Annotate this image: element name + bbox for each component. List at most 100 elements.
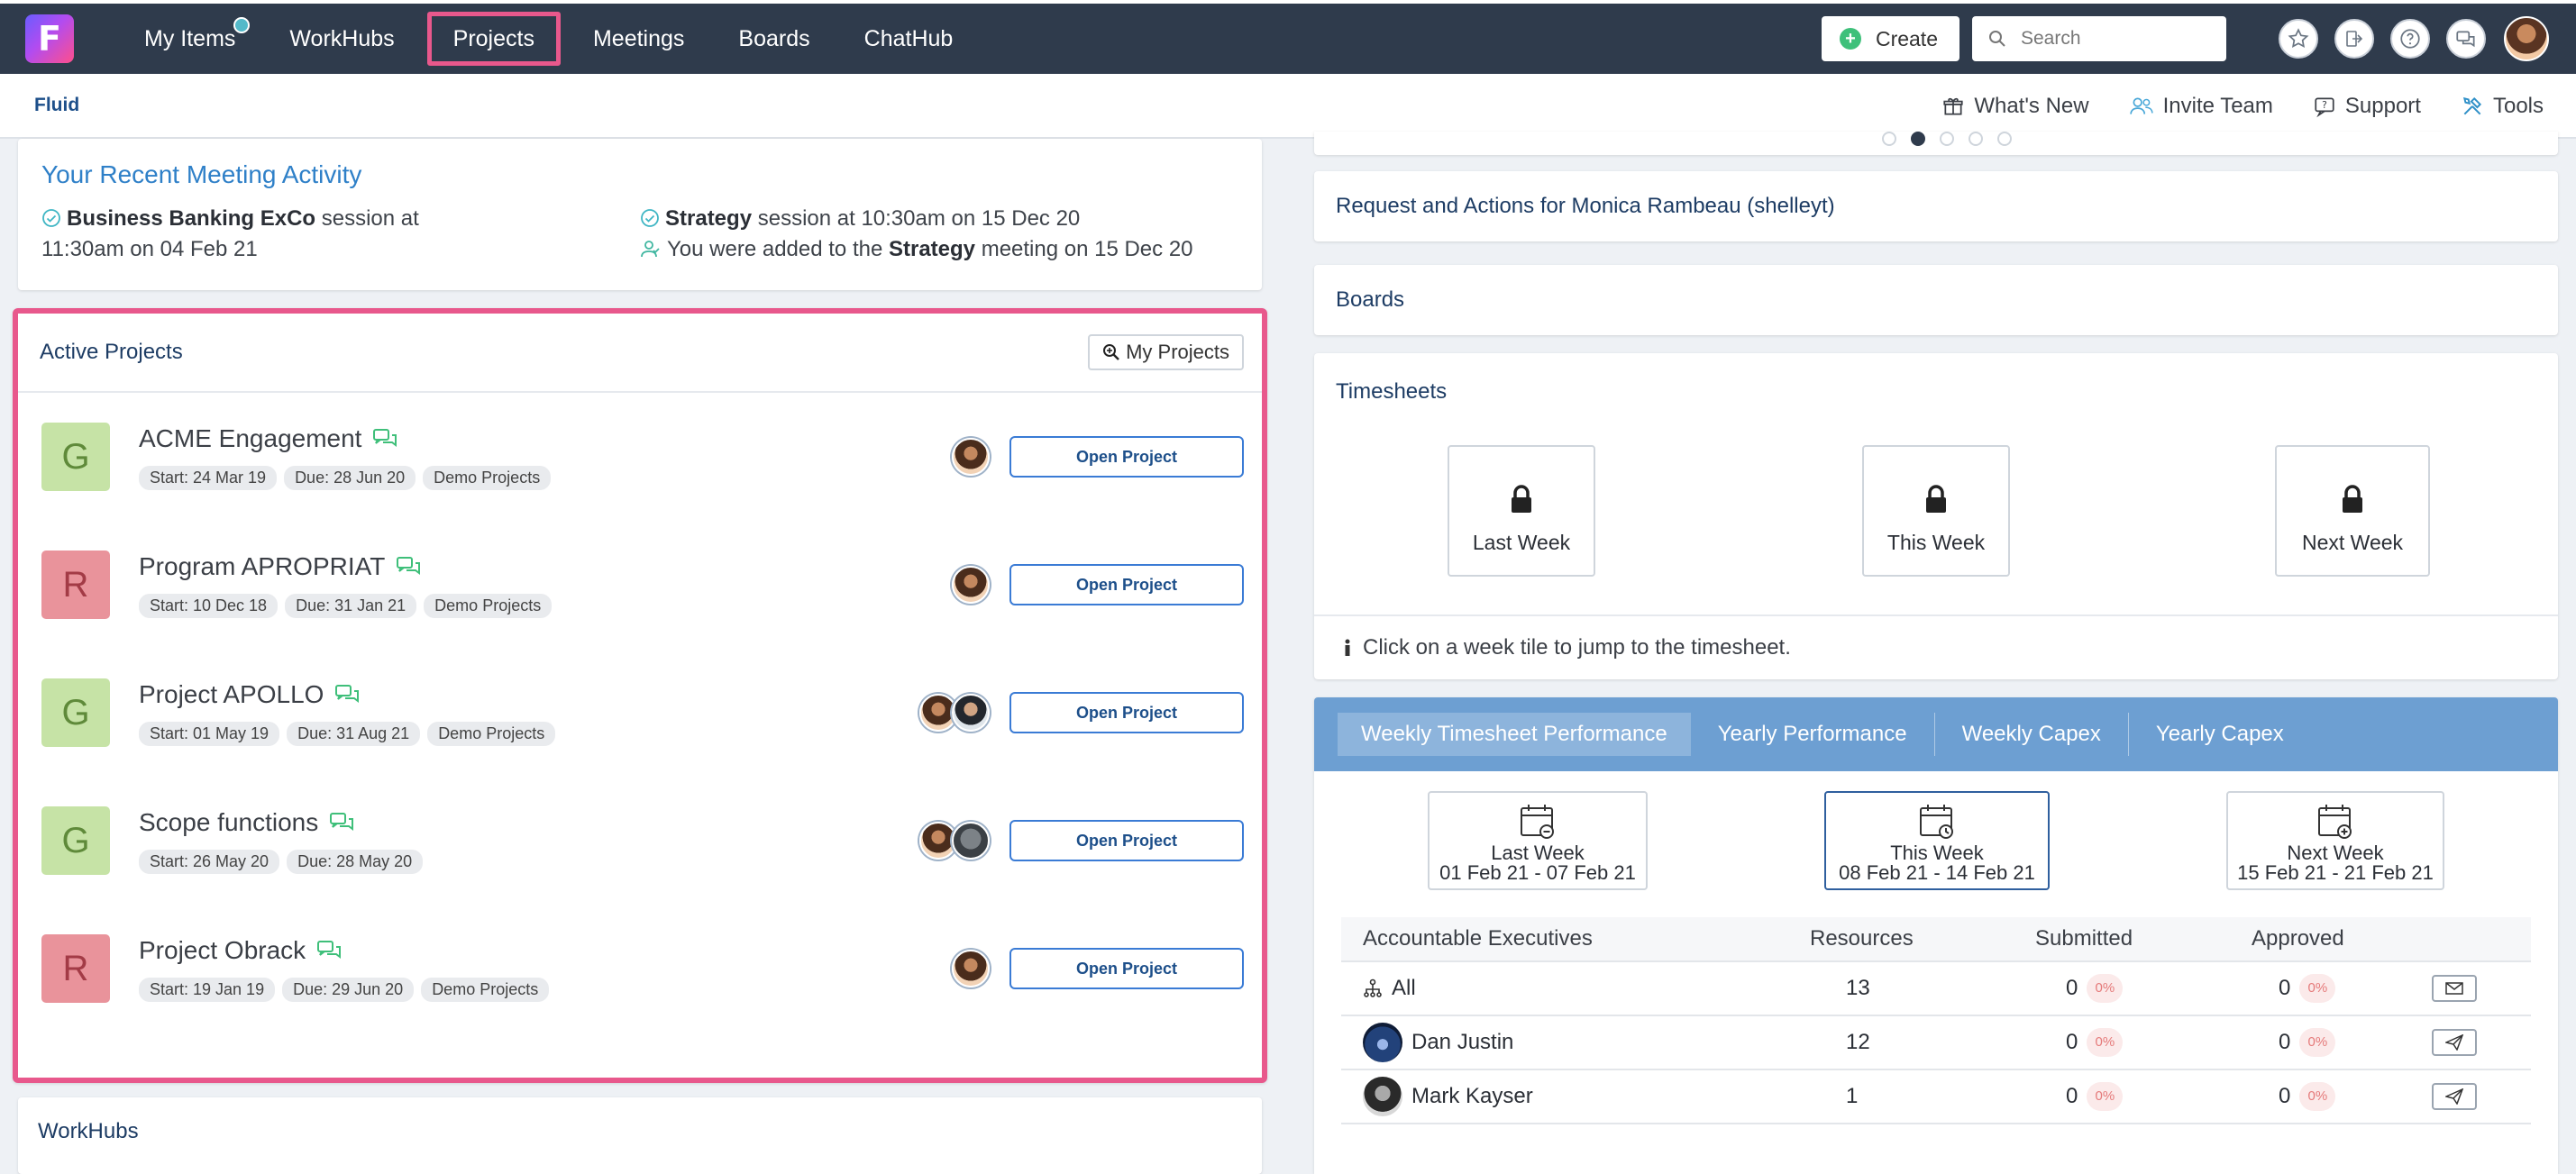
chat-bubbles-icon[interactable] xyxy=(334,683,361,706)
start-date-tag: Start: 24 Mar 19 xyxy=(139,465,278,490)
table-row: Mark Kayser 1 0 0% 0 0% xyxy=(1341,1070,2531,1124)
executives-table: Accountable Executives Resources Submitt… xyxy=(1341,917,2531,1124)
calendar-plus-icon xyxy=(2318,805,2352,839)
carousel-dot[interactable] xyxy=(1882,132,1896,146)
avatar[interactable] xyxy=(1363,1023,1402,1062)
performance-tabs: Weekly Timesheet Performance Yearly Perf… xyxy=(1314,697,2558,771)
project-initial-badge: R xyxy=(41,934,110,1003)
tools-icon xyxy=(2462,96,2482,115)
percent-badge: 0% xyxy=(2087,974,2124,1003)
brand-link[interactable]: Fluid xyxy=(34,95,79,116)
workhubs-card: WorkHubs xyxy=(18,1097,1262,1174)
search-box[interactable] xyxy=(1972,16,2226,61)
check-circle-icon xyxy=(42,209,60,227)
check-circle-icon xyxy=(641,209,659,227)
week-tiles: Last Week This Week Next Week xyxy=(1314,431,2558,604)
percent-badge: 0% xyxy=(2299,1028,2336,1057)
fluid-logo[interactable]: F xyxy=(25,14,74,63)
project-name[interactable]: Project APOLLO xyxy=(139,680,324,709)
open-project-button[interactable]: Open Project xyxy=(1009,948,1244,989)
avatar[interactable] xyxy=(952,694,990,732)
meeting-name[interactable]: Strategy xyxy=(665,206,752,231)
requests-actions-card[interactable]: Request and Actions for Monica Rambeau (… xyxy=(1314,171,2558,241)
this-week-tile[interactable]: This Week xyxy=(1862,445,2010,577)
timesheets-hint: Click on a week tile to jump to the time… xyxy=(1314,614,2558,679)
tools-link[interactable]: Tools xyxy=(2461,94,2544,119)
percent-badge: 0% xyxy=(2087,1028,2124,1057)
project-name[interactable]: Scope functions xyxy=(139,808,318,837)
nav-boards[interactable]: Boards xyxy=(711,12,836,66)
send-button[interactable] xyxy=(2432,1029,2477,1056)
my-projects-button[interactable]: My Projects xyxy=(1088,334,1244,370)
nav-my-items[interactable]: My Items xyxy=(117,12,262,66)
create-button[interactable]: + Create xyxy=(1821,16,1959,61)
chat-icon[interactable] xyxy=(2446,19,2486,59)
avatar[interactable] xyxy=(1363,1077,1402,1116)
last-week-tile[interactable]: Last Week xyxy=(1448,445,1595,577)
tab-weekly-timesheet-performance[interactable]: Weekly Timesheet Performance xyxy=(1338,713,1691,756)
next-week-tile[interactable]: Next Week xyxy=(2275,445,2430,577)
tab-weekly-capex[interactable]: Weekly Capex xyxy=(1935,713,2129,756)
send-button[interactable] xyxy=(2432,1083,2477,1110)
project-name[interactable]: Project Obrack xyxy=(139,936,306,965)
avatar[interactable] xyxy=(952,822,990,860)
carousel-dot[interactable] xyxy=(1997,132,2012,146)
chat-bubbles-icon[interactable] xyxy=(396,555,423,578)
chat-bubbles-icon[interactable] xyxy=(329,811,356,834)
open-project-button[interactable]: Open Project xyxy=(1009,436,1244,478)
nav-projects[interactable]: Projects xyxy=(426,12,561,66)
search-input[interactable] xyxy=(2021,28,2201,50)
project-initial-badge: R xyxy=(41,551,110,619)
project-members xyxy=(952,438,990,476)
project-row: G ACME Engagement Start: 24 Mar 19 Due: … xyxy=(18,393,1262,521)
active-projects-title: Active Projects xyxy=(40,340,183,364)
open-project-button[interactable]: Open Project xyxy=(1009,564,1244,605)
period-selector: Last Week 01 Feb 21 - 07 Feb 21 This Wee… xyxy=(1314,771,2558,901)
invite-team-link[interactable]: Invite Team xyxy=(2129,94,2273,119)
lock-icon xyxy=(1512,485,1531,513)
table-row: All 13 0 0% 0 0% xyxy=(1341,962,2531,1016)
start-date-tag: Start: 01 May 19 xyxy=(139,721,280,746)
nav-chathub[interactable]: ChatHub xyxy=(837,12,981,66)
avatar[interactable] xyxy=(952,950,990,987)
nav-workhubs[interactable]: WorkHubs xyxy=(262,12,421,66)
tab-yearly-performance[interactable]: Yearly Performance xyxy=(1691,713,1935,756)
meeting-name[interactable]: Strategy xyxy=(889,237,975,261)
search-icon xyxy=(1989,31,2005,47)
email-button[interactable] xyxy=(2432,975,2477,1002)
start-date-tag: Start: 10 Dec 18 xyxy=(139,593,279,618)
star-icon[interactable] xyxy=(2279,19,2318,59)
project-name[interactable]: Program APROPRIAT xyxy=(139,552,385,581)
carousel-dots xyxy=(1882,132,2012,146)
whats-new-link[interactable]: What's New xyxy=(1941,94,2089,119)
chat-bubbles-icon[interactable] xyxy=(316,939,343,962)
percent-badge: 0% xyxy=(2299,1082,2336,1111)
period-next-week[interactable]: Next Week 15 Feb 21 - 21 Feb 21 xyxy=(2226,791,2444,890)
help-icon[interactable] xyxy=(2390,19,2430,59)
boards-card[interactable]: Boards xyxy=(1314,265,2558,335)
chat-bubbles-icon[interactable] xyxy=(372,427,399,450)
gift-icon xyxy=(1943,97,1963,115)
period-last-week[interactable]: Last Week 01 Feb 21 - 07 Feb 21 xyxy=(1428,791,1648,890)
user-avatar[interactable] xyxy=(2504,16,2549,61)
due-date-tag: Due: 28 May 20 xyxy=(287,849,424,874)
nav-meetings[interactable]: Meetings xyxy=(566,12,711,66)
meeting-name[interactable]: Business Banking ExCo xyxy=(67,206,315,231)
open-project-button[interactable]: Open Project xyxy=(1009,692,1244,733)
carousel-dot[interactable] xyxy=(1940,132,1954,146)
project-row: R Program APROPRIAT Start: 10 Dec 18 Due… xyxy=(18,521,1262,649)
avatar[interactable] xyxy=(952,438,990,476)
period-this-week[interactable]: This Week 08 Feb 21 - 14 Feb 21 xyxy=(1824,791,2050,890)
support-link[interactable]: ? Support xyxy=(2313,94,2421,119)
project-name[interactable]: ACME Engagement xyxy=(139,424,361,453)
table-header: Accountable Executives Resources Submitt… xyxy=(1341,917,2531,962)
carousel-dot[interactable] xyxy=(1969,132,1983,146)
sign-out-icon[interactable] xyxy=(2334,19,2374,59)
carousel-dot[interactable] xyxy=(1911,132,1925,146)
recent-activity-left: Business Banking ExCo session at 11:30am… xyxy=(41,206,419,261)
open-project-button[interactable]: Open Project xyxy=(1009,820,1244,861)
paper-plane-icon xyxy=(2445,1088,2463,1105)
tab-yearly-capex[interactable]: Yearly Capex xyxy=(2129,713,2311,756)
avatar[interactable] xyxy=(952,566,990,604)
recent-activity-title: Your Recent Meeting Activity xyxy=(41,160,362,188)
